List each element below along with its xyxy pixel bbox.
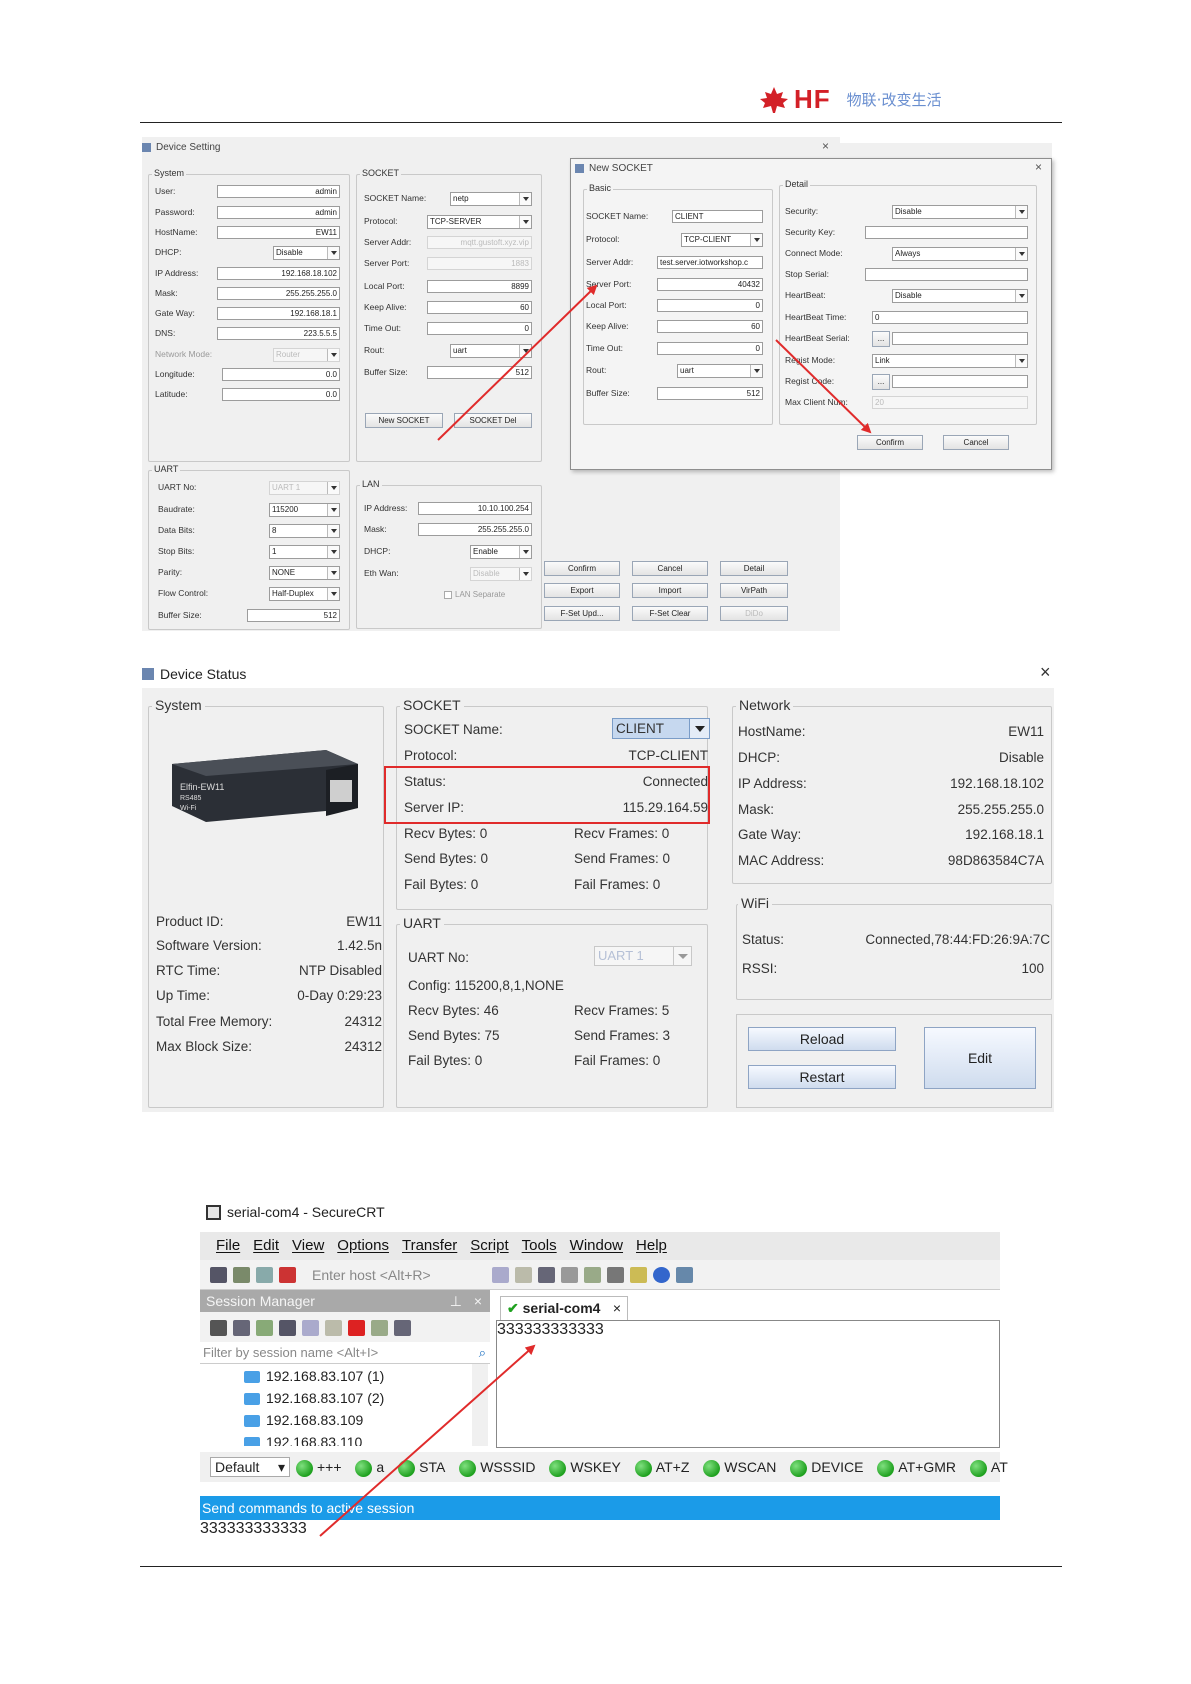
footer-divider [140,1566,1062,1567]
arrow-send-to-terminal [319,1344,536,1537]
annotation-arrows [319,284,872,1537]
arrow-to-confirm [775,339,872,434]
arrow-new-socket-to-server-port [437,284,598,441]
